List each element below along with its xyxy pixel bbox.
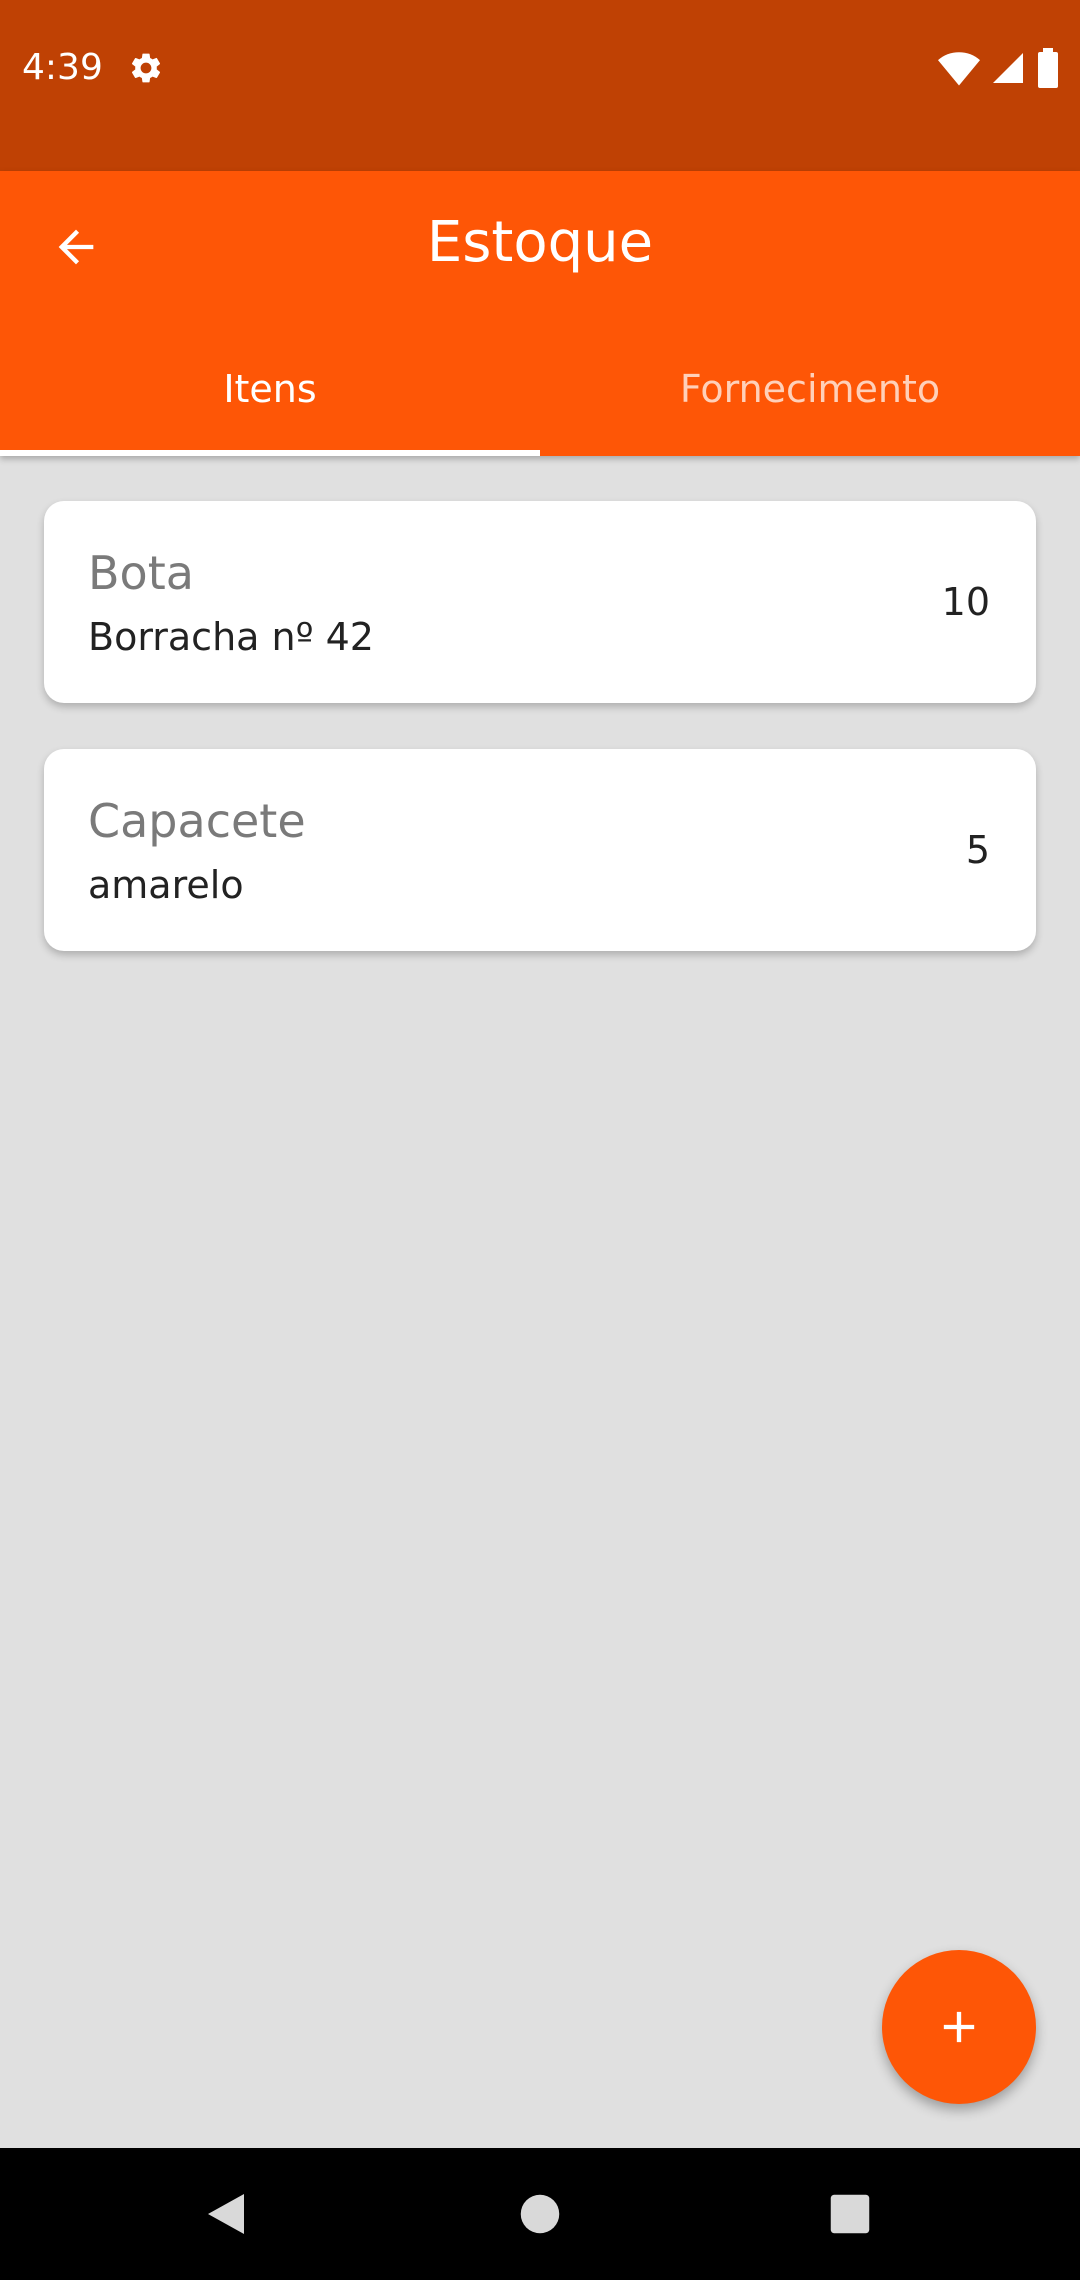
- home-circle-icon: [520, 2194, 560, 2234]
- list-item[interactable]: Capacete amarelo 5: [44, 749, 1036, 951]
- tab-selected-indicator: [0, 450, 540, 456]
- wifi-icon: [938, 52, 980, 86]
- page-title: Estoque: [426, 210, 654, 275]
- nav-back-button[interactable]: [184, 2172, 268, 2256]
- add-item-button[interactable]: [882, 1950, 1036, 2104]
- status-bar: 4:39: [0, 0, 1080, 171]
- nav-home-button[interactable]: [498, 2172, 582, 2256]
- back-triangle-icon: [208, 2194, 244, 2234]
- battery-icon: [1038, 48, 1058, 88]
- item-description: Borracha nº 42: [88, 615, 374, 659]
- item-quantity: 5: [965, 828, 990, 872]
- item-description: amarelo: [88, 863, 244, 907]
- status-time: 4:39: [22, 47, 103, 88]
- tab-fornecimento-label: Fornecimento: [679, 366, 941, 411]
- item-name: Bota: [88, 546, 194, 600]
- nav-recents-button[interactable]: [808, 2172, 892, 2256]
- gear-icon: [131, 53, 161, 83]
- system-nav-bar: [0, 2148, 1080, 2280]
- tab-fornecimento[interactable]: Fornecimento: [540, 335, 1080, 456]
- tab-itens-label: Itens: [223, 366, 317, 411]
- app-bar: Estoque Itens Fornecimento: [0, 171, 1080, 456]
- status-icons: [938, 48, 1060, 88]
- recents-square-icon: [830, 2194, 870, 2234]
- item-quantity: 10: [941, 580, 990, 624]
- plus-icon: [943, 2011, 975, 2043]
- item-name: Capacete: [88, 794, 306, 848]
- signal-icon: [993, 53, 1023, 83]
- tab-bar: Itens Fornecimento: [0, 335, 1080, 456]
- list-item[interactable]: Bota Borracha nº 42 10: [44, 501, 1036, 703]
- tab-itens[interactable]: Itens: [0, 335, 540, 456]
